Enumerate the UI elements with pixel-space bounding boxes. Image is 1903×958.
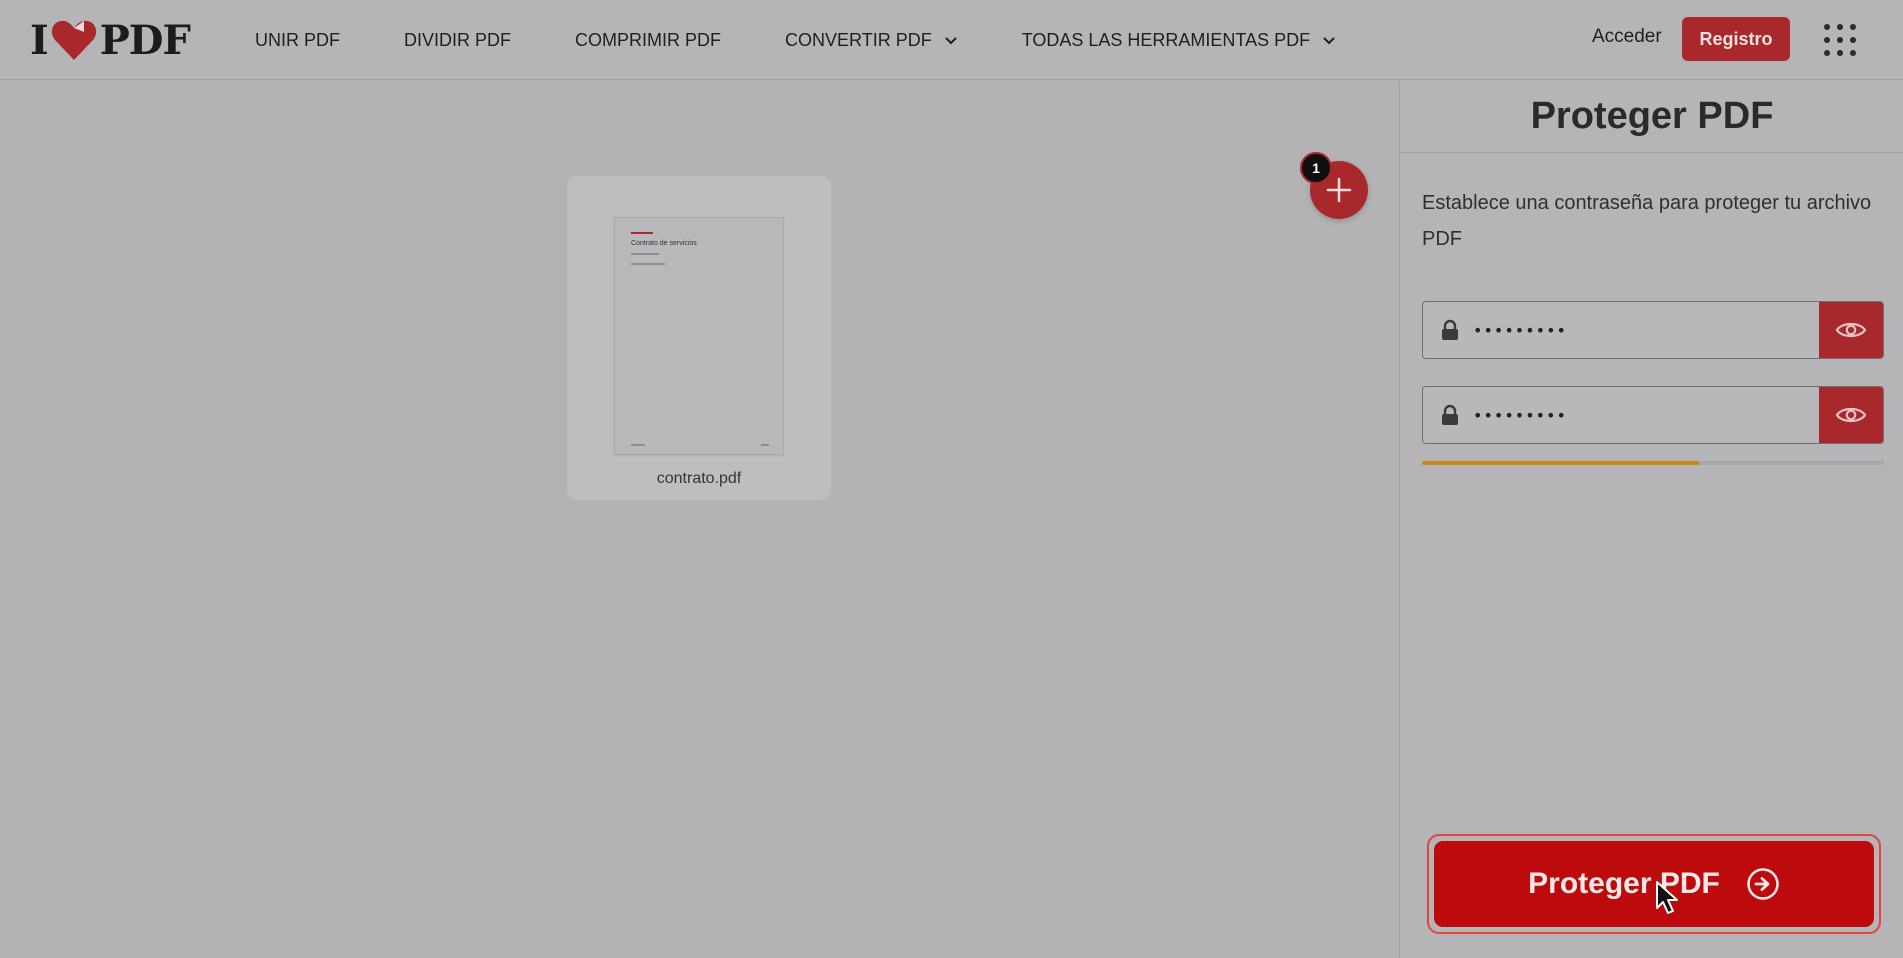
chevron-down-icon — [944, 37, 957, 45]
password-input[interactable] — [1459, 302, 1819, 358]
logo-text-left: I — [30, 16, 49, 64]
nav-label: UNIR PDF — [255, 29, 340, 50]
sidebar-title: Proteger PDF — [1400, 81, 1903, 153]
password-strength-bar — [1422, 461, 1884, 465]
heart-icon — [51, 20, 96, 60]
confirm-password-input[interactable] — [1459, 387, 1819, 443]
nav-comprimir-pdf[interactable]: COMPRIMIR PDF — [575, 30, 721, 51]
nav-todas-herramientas[interactable]: TODAS LAS HERRAMIENTAS PDF — [1022, 30, 1336, 51]
show-confirm-password-button[interactable] — [1819, 387, 1883, 443]
eye-icon — [1835, 407, 1867, 423]
protect-pdf-label: Proteger PDF — [1528, 867, 1720, 900]
nav-convertir-pdf[interactable]: CONVERTIR PDF — [785, 30, 958, 51]
login-link[interactable]: Acceder — [1592, 26, 1662, 48]
thumb-footer-line — [761, 444, 769, 446]
thumb-text-line — [631, 253, 659, 255]
file-card[interactable]: Contrato de servicios contrato.pdf — [567, 176, 831, 500]
confirm-password-field — [1422, 386, 1884, 444]
nav-label: COMPRIMIR PDF — [575, 29, 722, 50]
lock-icon — [1442, 319, 1458, 340]
grid-icon[interactable] — [1822, 22, 1858, 58]
file-name: contrato.pdf — [656, 470, 742, 487]
nav-label: CONVERTIR PDF — [785, 29, 932, 50]
thumb-title: Contrato de servicios — [631, 240, 697, 247]
nav-unir-pdf[interactable]: UNIR PDF — [255, 30, 340, 51]
show-password-button[interactable] — [1819, 302, 1883, 358]
thumb-footer-line — [631, 444, 645, 446]
thumb-accent-line — [631, 232, 653, 234]
file-count-badge: 1 — [1300, 152, 1332, 184]
file-workspace: Contrato de servicios contrato.pdf 1 — [0, 81, 1399, 958]
tool-sidebar: Proteger PDF Establece una contraseña pa… — [1399, 81, 1903, 958]
main-nav: UNIR PDF DIVIDIR PDF COMPRIMIR PDF CONVE… — [255, 0, 1400, 80]
top-nav-bar: I PDF UNIR PDF DIVIDIR PDF COMPRIMIR PDF… — [0, 0, 1903, 80]
sidebar-description: Establece una contraseña para proteger t… — [1422, 192, 1872, 250]
arrow-right-circle-icon — [1747, 868, 1779, 900]
protect-button-focus-ring: Proteger PDF — [1427, 834, 1881, 934]
password-field — [1422, 301, 1884, 359]
logo-text-right: PDF — [99, 16, 191, 64]
eye-icon — [1835, 322, 1867, 338]
nav-label: TODAS LAS HERRAMIENTAS PDF — [1021, 29, 1311, 50]
plus-icon — [1326, 177, 1352, 203]
pdf-thumbnail: Contrato de servicios — [614, 217, 784, 455]
register-button[interactable]: Registro — [1682, 17, 1790, 61]
chevron-down-icon — [1323, 37, 1335, 45]
nav-dividir-pdf[interactable]: DIVIDIR PDF — [404, 30, 511, 51]
ilovepdf-logo[interactable]: I PDF — [30, 16, 191, 64]
protect-pdf-button[interactable]: Proteger PDF — [1434, 841, 1874, 927]
thumb-text-line — [631, 263, 665, 265]
nav-label: DIVIDIR PDF — [404, 29, 512, 50]
lock-icon — [1442, 404, 1458, 425]
password-strength-fill — [1422, 461, 1700, 465]
